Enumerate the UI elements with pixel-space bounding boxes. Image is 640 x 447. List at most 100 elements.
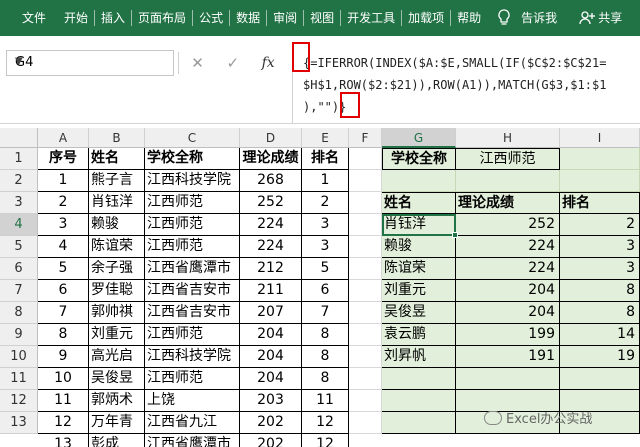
left-table-cell[interactable]: 江西省鹰潭市: [145, 434, 240, 447]
tab-page-layout[interactable]: 页面布局: [132, 0, 192, 36]
left-table-cell[interactable]: 陈谊荣: [89, 236, 145, 258]
row-header-6[interactable]: 6: [0, 258, 38, 280]
left-table-cell[interactable]: 郭炳术: [89, 390, 145, 412]
left-table-cell[interactable]: 3: [302, 236, 349, 258]
left-table-cell[interactable]: 熊子言: [89, 170, 145, 192]
result-table-cell[interactable]: 224: [456, 258, 560, 280]
green-area-cell[interactable]: [560, 170, 640, 192]
left-table-cell[interactable]: 268: [240, 170, 302, 192]
tab-developer[interactable]: 开发工具: [341, 0, 401, 36]
column-header-b[interactable]: B: [89, 128, 145, 148]
left-table-cell[interactable]: 5: [302, 258, 349, 280]
column-header-a[interactable]: A: [38, 128, 89, 148]
left-table-cell[interactable]: 204: [240, 324, 302, 346]
result-table-empty-cell[interactable]: [382, 390, 456, 412]
empty-cell[interactable]: [349, 390, 382, 412]
column-header-f[interactable]: F: [349, 128, 382, 148]
cancel-icon[interactable]: ✕: [191, 54, 204, 72]
tab-formulas[interactable]: 公式: [193, 0, 229, 36]
left-table-cell[interactable]: 江西科技学院: [145, 346, 240, 368]
left-table-cell[interactable]: 224: [240, 236, 302, 258]
left-table-cell[interactable]: 211: [240, 280, 302, 302]
left-table-cell[interactable]: 江西师范: [145, 324, 240, 346]
result-table-cell[interactable]: 204: [456, 302, 560, 324]
left-table-cell[interactable]: 11: [302, 390, 349, 412]
left-table-cell[interactable]: 12: [302, 412, 349, 434]
tab-home[interactable]: 开始: [58, 0, 94, 36]
row-header-4[interactable]: 4: [0, 214, 38, 236]
left-table-cell[interactable]: 11: [38, 390, 89, 412]
empty-cell[interactable]: [349, 280, 382, 302]
left-table-cell[interactable]: 8: [302, 368, 349, 390]
left-table-cell[interactable]: 204: [240, 346, 302, 368]
column-header-g[interactable]: G: [382, 128, 456, 148]
left-table-cell[interactable]: 204: [240, 368, 302, 390]
left-table-cell[interactable]: 罗佳聪: [89, 280, 145, 302]
tell-me-search[interactable]: 告诉我: [511, 0, 563, 36]
left-table-cell[interactable]: 赖骏: [89, 214, 145, 236]
left-table-header[interactable]: 序号: [38, 148, 89, 170]
tab-view[interactable]: 视图: [304, 0, 340, 36]
left-table-header[interactable]: 姓名: [89, 148, 145, 170]
green-area-cell[interactable]: [382, 170, 456, 192]
left-table-cell[interactable]: 肖钰洋: [89, 192, 145, 214]
result-table-cell[interactable]: 刘重元: [382, 280, 456, 302]
result-table-cell[interactable]: 252: [456, 214, 560, 236]
left-table-cell[interactable]: 9: [38, 346, 89, 368]
row-header-10[interactable]: 10: [0, 346, 38, 368]
empty-cell[interactable]: [349, 170, 382, 192]
share-person-icon[interactable]: [579, 10, 596, 26]
column-header-h[interactable]: H: [456, 128, 560, 148]
left-table-cell[interactable]: 12: [302, 434, 349, 447]
result-table-cell[interactable]: 224: [456, 236, 560, 258]
share-button[interactable]: 共享: [595, 0, 628, 36]
result-table-cell[interactable]: 2: [560, 214, 640, 236]
result-table-cell[interactable]: 8: [560, 302, 640, 324]
left-table-cell[interactable]: 1: [302, 170, 349, 192]
left-table-cell[interactable]: 江西师范: [145, 214, 240, 236]
empty-cell[interactable]: [349, 236, 382, 258]
left-table-cell[interactable]: 万年青: [89, 412, 145, 434]
left-table-cell[interactable]: 12: [38, 412, 89, 434]
fill-handle[interactable]: [452, 232, 458, 238]
left-table-cell[interactable]: 江西省鹰潭市: [145, 258, 240, 280]
row-header-9[interactable]: 9: [0, 324, 38, 346]
row-header-13[interactable]: 13: [0, 412, 38, 434]
empty-cell[interactable]: [349, 324, 382, 346]
empty-cell[interactable]: [349, 368, 382, 390]
left-table-cell[interactable]: 252: [240, 192, 302, 214]
left-table-cell[interactable]: 彭成: [89, 434, 145, 447]
tab-file[interactable]: 文件: [0, 0, 58, 36]
left-table-cell[interactable]: 224: [240, 214, 302, 236]
left-table-cell[interactable]: 余子强: [89, 258, 145, 280]
active-cell-g4[interactable]: 肖钰洋: [382, 214, 456, 236]
lightbulb-icon[interactable]: [497, 9, 511, 27]
left-table-cell[interactable]: 5: [38, 258, 89, 280]
left-table-cell[interactable]: 2: [302, 192, 349, 214]
left-table-cell[interactable]: 2: [38, 192, 89, 214]
left-table-cell[interactable]: 江西师范: [145, 236, 240, 258]
result-table-cell[interactable]: 陈谊荣: [382, 258, 456, 280]
enter-icon[interactable]: ✓: [226, 54, 239, 72]
row-header-12[interactable]: 12: [0, 390, 38, 412]
left-table-cell[interactable]: 8: [302, 346, 349, 368]
left-table-cell[interactable]: 202: [240, 412, 302, 434]
green-area-cell[interactable]: [560, 148, 640, 170]
tab-insert[interactable]: 插入: [95, 0, 131, 36]
left-table-cell[interactable]: 3: [302, 214, 349, 236]
left-table-cell[interactable]: 上饶: [145, 390, 240, 412]
criteria-value[interactable]: 江西师范: [456, 148, 560, 170]
select-all-corner[interactable]: [0, 128, 38, 148]
tab-data[interactable]: 数据: [230, 0, 266, 36]
row-header-1[interactable]: 1: [0, 148, 38, 170]
empty-cell[interactable]: [349, 412, 382, 434]
insert-function-icon[interactable]: fx: [262, 55, 275, 71]
left-table-header[interactable]: 理论成绩: [240, 148, 302, 170]
result-table-header[interactable]: 理论成绩: [456, 192, 560, 214]
left-table-cell[interactable]: 8: [302, 324, 349, 346]
empty-cell[interactable]: [349, 148, 382, 170]
left-table-cell[interactable]: 6: [38, 280, 89, 302]
result-table-empty-cell[interactable]: [382, 412, 456, 434]
left-table-cell[interactable]: 203: [240, 390, 302, 412]
left-table-cell[interactable]: 刘重元: [89, 324, 145, 346]
